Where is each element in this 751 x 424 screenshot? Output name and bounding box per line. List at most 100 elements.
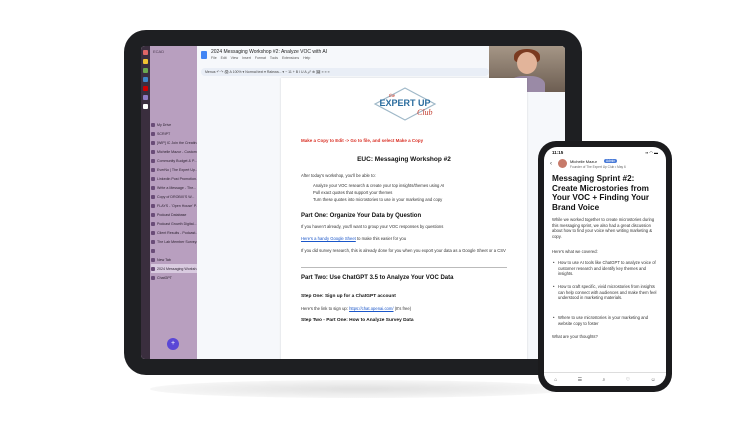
intro-text: After today's workshop, you'll be able t… [301, 173, 376, 178]
app-icon[interactable] [143, 59, 148, 64]
chatgpt-link[interactable]: https://chat.openai.com/ [349, 306, 393, 311]
sidebar-tab-item[interactable]: New Tab [151, 255, 197, 264]
doc-heading: EUC: Messaging Workshop #2 [357, 156, 451, 163]
author-name[interactable]: Michelle Mazur [570, 159, 597, 164]
author-subtitle: Founder of The Expert Up Club • May 6 [570, 165, 626, 169]
sidebar-tab-label: My Drive [157, 122, 172, 127]
post-title: Messaging Sprint #2: Create Microstories… [552, 174, 650, 212]
tab-favicon-icon [151, 266, 155, 271]
new-tab-fab-button[interactable]: + [167, 338, 179, 350]
sidebar-tab-item[interactable]: Linkedin Post Promotion... [151, 174, 197, 183]
covered-list-item: How to craft specific, vivid microstorie… [553, 284, 660, 301]
tab-favicon-icon [151, 221, 155, 226]
logo-main-text: EXPERT UP [379, 98, 430, 108]
sidebar-tab-item[interactable]: The Lab Member Survey... [151, 237, 197, 246]
step-one-label: Here's the link to sign up: [301, 306, 350, 311]
sidebar-tab-item[interactable]: My Drive [151, 120, 197, 129]
app-icon[interactable] [143, 68, 148, 73]
tablet-screen: ECAD My Drive SCRIPT [WIP] IC Join the Cre… [141, 46, 565, 359]
covered-list-item: How to use AI tools like ChatGPT to anal… [553, 260, 660, 277]
google-sheet-link[interactable]: Here's a handy Google Sheet [301, 236, 356, 241]
google-docs-window: 2024 Messaging Workshop #2: Analyze VOC … [197, 46, 565, 359]
device-shadow [150, 380, 570, 398]
sidebar-tab-label: Linkedin Post Promotion... [157, 176, 197, 181]
sidebar-tab-item[interactable]: Client Results - Podcast... [151, 228, 197, 237]
sidebar-tab-label: The Lab Member Survey... [157, 239, 197, 244]
status-time: 11:15 [552, 150, 564, 155]
app-icon[interactable] [143, 50, 148, 55]
sidebar-tab-list: My Drive SCRIPT [WIP] IC Join the Creatin.… [151, 120, 197, 282]
step-one-text: Here's the link to sign up: https://chat… [301, 306, 411, 311]
sidebar-tab-item[interactable]: Podcast Database [151, 210, 197, 219]
menu-icon[interactable]: ☰ [578, 377, 582, 383]
tab-favicon-icon [151, 257, 155, 262]
tab-favicon-icon [151, 230, 155, 235]
sidebar-tab-item[interactable]: FLAYS - 'Open House' P... [151, 201, 197, 210]
tablet-frame: ECAD My Drive SCRIPT [WIP] IC Join the Cre… [124, 30, 582, 375]
sidebar-tab-label: Copy of DROBIX'S W... [157, 194, 195, 199]
sidebar-tab-label: [WIP] IC Join the Creatin... [157, 140, 197, 145]
tab-favicon-icon [151, 239, 155, 244]
part-one-link-rest: to make this easier for you [355, 236, 407, 241]
horizontal-rule [301, 267, 507, 268]
step-one-heading: Step One: Sign up for a ChatGPT account [301, 294, 396, 299]
app-icon[interactable] [143, 95, 148, 100]
sidebar-tab-item[interactable]: Copy of DROBIX'S W... [151, 192, 197, 201]
tab-favicon-icon [151, 131, 155, 136]
goal-bullet: Turn these quotes into microstories to u… [313, 197, 443, 202]
tab-favicon-icon [151, 275, 155, 280]
bottom-nav: ⌂ ☰ ⌕ ♡ ☺ [544, 372, 666, 386]
heart-icon[interactable]: ♡ [626, 377, 630, 383]
sidebar-tab-label: Podcast Database [157, 212, 187, 217]
sidebar-tab-label: Podcast Growth Digital... [157, 221, 197, 226]
sidebar-tab-item[interactable] [151, 246, 197, 255]
sidebar-tab-item[interactable]: Podcast Growth Digital... [151, 219, 197, 228]
tab-favicon-icon [151, 167, 155, 172]
sidebar-tab-label: FLAYS - 'Open House' P... [157, 203, 197, 208]
logo-sub-text: Club [417, 108, 433, 117]
tab-favicon-icon [151, 185, 155, 190]
participant-face [517, 52, 537, 74]
author-avatar[interactable] [558, 159, 567, 168]
sidebar-tab-item[interactable]: Michelle Mazur - Custom... [151, 147, 197, 156]
tab-favicon-icon [151, 122, 155, 127]
sidebar-tab-item[interactable]: [WIP] IC Join the Creatin... [151, 138, 197, 147]
sidebar-tab-label: New Tab [157, 257, 171, 262]
sidebar-tab-label: ChatGPT [157, 275, 172, 280]
sidebar-tab-item[interactable]: Write a Message - The... [151, 183, 197, 192]
profile-icon[interactable]: ☺ [651, 377, 656, 383]
sidebar-tab-label: 2024 Messaging Worksh... [157, 266, 197, 271]
sidebar-space-label: ECAD [153, 49, 165, 54]
doc-title[interactable]: 2024 Messaging Workshop #2: Analyze VOC … [211, 49, 327, 55]
docs-menu-bar[interactable]: File Edit View Insert Format Tools Exten… [211, 56, 310, 60]
sidebar-tab-label: Client Results - Podcast... [157, 230, 197, 235]
docs-toolbar[interactable]: Menus ↶ ↷ 🖨 A 100% ▾ Normal text ▾ Ralew… [201, 68, 489, 76]
app-rail [141, 46, 150, 359]
tab-favicon-icon [151, 212, 155, 217]
app-icon[interactable] [143, 77, 148, 82]
sidebar-tab-item[interactable]: Community Budget & P... [151, 156, 197, 165]
step-two-heading: Step Two - Part One: How to Analyze Surv… [301, 318, 414, 323]
sidebar-tab-item[interactable]: ChatGPT [151, 273, 197, 282]
tab-favicon-icon [151, 194, 155, 199]
docs-logo-icon[interactable] [201, 51, 207, 59]
part-one-survey-text: If you did survey research, this is alre… [301, 248, 506, 253]
part-one-text: If you haven't already, you'll want to g… [301, 224, 444, 229]
search-icon[interactable]: ⌕ [603, 377, 606, 383]
part-one-link-line: Here's a handy Google Sheet to make this… [301, 236, 406, 241]
expert-up-club-logo: the EXPERT UP Club [373, 87, 437, 121]
sidebar-tab-item[interactable]: EverNo | The Expert Up... [151, 165, 197, 174]
covered-list-item: Where to use microstories in your market… [553, 315, 660, 326]
home-icon[interactable]: ⌂ [554, 377, 557, 383]
sidebar-tab-label: Write a Message - The... [157, 185, 197, 190]
step-one-free: (It's free) [393, 306, 412, 311]
sidebar-tab-item[interactable]: 2024 Messaging Worksh... [151, 264, 197, 273]
back-chevron-icon[interactable]: ‹ [550, 161, 552, 167]
sidebar-tab-item[interactable]: SCRIPT [151, 129, 197, 138]
phone-frame: 11:15 ▪▪ ◠ ▬ ‹ Michelle Mazur Admin Foun… [538, 141, 672, 392]
app-icon[interactable] [143, 86, 148, 91]
document-page[interactable]: the EXPERT UP Club Make a Copy to Edit -… [281, 78, 527, 359]
app-icon[interactable] [143, 104, 148, 109]
tab-favicon-icon [151, 176, 155, 181]
browser-sidebar: ECAD My Drive SCRIPT [WIP] IC Join the Cre… [141, 46, 197, 359]
